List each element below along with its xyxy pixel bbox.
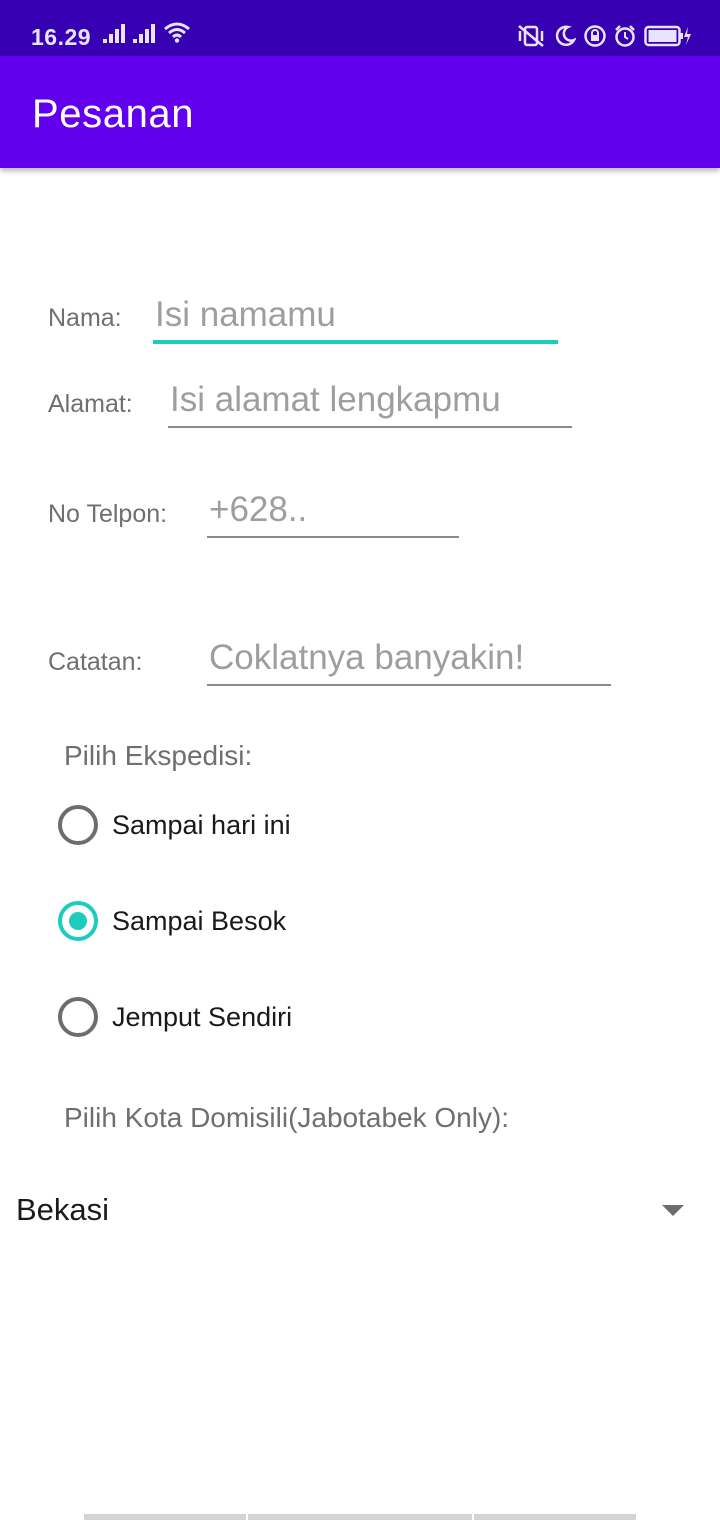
- ekspedisi-label: Pilih Ekspedisi:: [64, 740, 253, 771]
- telpon-label: No Telpon:: [48, 500, 168, 528]
- vibrate-icon: [516, 24, 546, 53]
- do-not-disturb-moon-icon: [554, 25, 577, 52]
- app-bar: Pesanan: [0, 56, 720, 168]
- radio-button-unchecked[interactable]: [58, 805, 98, 845]
- alarm-icon: [614, 24, 636, 52]
- catatan-label: Catatan:: [48, 648, 143, 676]
- nama-input[interactable]: [153, 294, 558, 344]
- radio-sampai-besok[interactable]: Sampai Besok: [58, 897, 286, 945]
- nama-label: Nama:: [48, 304, 122, 332]
- page-title: Pesanan: [32, 92, 195, 136]
- radio-label: Sampai hari ini: [112, 809, 291, 840]
- kota-dropdown[interactable]: Bekasi: [0, 1180, 720, 1240]
- radio-label: Sampai Besok: [112, 905, 287, 936]
- signal-icon: [103, 23, 127, 48]
- dropdown-arrow-icon: [662, 1205, 684, 1216]
- radio-button-unchecked[interactable]: [58, 997, 98, 1037]
- radio-label: Jemput Sendiri: [112, 1001, 293, 1032]
- rotation-lock-icon: [584, 24, 606, 52]
- catatan-input[interactable]: [207, 636, 611, 686]
- wifi-icon: [163, 21, 191, 48]
- status-bar: 16.29: [0, 0, 720, 56]
- bottom-button[interactable]: [248, 1514, 472, 1520]
- radio-button-checked[interactable]: [58, 901, 98, 941]
- alamat-label: Alamat:: [48, 390, 133, 418]
- order-screen: 16.29 Pesanan Nama: Isi namamu Alamat: I…: [0, 0, 720, 1520]
- signal-icon: [133, 23, 157, 48]
- alamat-input[interactable]: [168, 378, 572, 428]
- telpon-input[interactable]: [207, 488, 459, 538]
- status-time: 16.29: [31, 24, 92, 50]
- radio-jemput-sendiri[interactable]: Jemput Sendiri: [58, 993, 292, 1041]
- kota-label: Pilih Kota Domisili(Jabotabek Only):: [64, 1102, 510, 1133]
- bottom-button[interactable]: [474, 1514, 636, 1520]
- bottom-button[interactable]: [84, 1514, 246, 1520]
- status-left-icons: [103, 21, 191, 48]
- radio-dot: [69, 912, 87, 930]
- radio-sampai-hari-ini[interactable]: Sampai hari ini: [58, 801, 291, 849]
- kota-selected-value: Bekasi: [16, 1192, 110, 1227]
- battery-charging-icon: [644, 25, 692, 52]
- bottom-edge: [0, 1514, 720, 1520]
- status-right-icons: [516, 24, 692, 53]
